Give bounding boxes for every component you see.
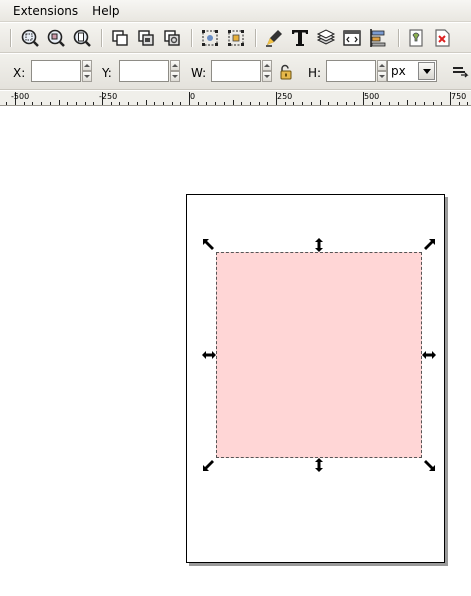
menu-bar: Extensions Help [0, 0, 471, 22]
group-button[interactable] [199, 27, 221, 49]
fill-stroke-button[interactable] [263, 27, 285, 49]
ruler-label: -250 [99, 92, 118, 101]
toolbar-separator [191, 29, 193, 47]
ruler-label: 250 [277, 92, 293, 101]
horizontal-ruler[interactable]: -500 -250 0 250 500 750 [0, 91, 471, 106]
width-input[interactable] [212, 61, 260, 81]
ungroup-icon [228, 30, 244, 46]
align-distribute-button[interactable] [367, 27, 389, 49]
ruler-ticks [6, 92, 468, 105]
y-input[interactable] [120, 61, 168, 81]
diagonal-arrow-nw-icon [203, 239, 214, 250]
h-label: H: [308, 66, 322, 80]
unlink-clone-button[interactable] [161, 27, 183, 49]
y-label: Y: [102, 66, 112, 80]
layers-icon [316, 29, 336, 45]
text-font-icon [292, 30, 308, 46]
toolbar-separator [398, 29, 400, 47]
y-field[interactable] [119, 60, 169, 82]
unlink-clone-icon [164, 30, 180, 46]
duplicate-icon [112, 30, 128, 46]
menu-extensions[interactable]: Extensions [6, 0, 85, 22]
preferences-button[interactable] [405, 27, 427, 49]
resize-handle-nw[interactable] [202, 238, 216, 252]
toolbar-separator [10, 29, 12, 47]
x-input[interactable] [32, 61, 80, 81]
diagonal-arrow-se-icon [424, 460, 435, 471]
zoom-selection-button[interactable] [19, 27, 41, 49]
resize-handle-ne[interactable] [422, 238, 436, 252]
resize-handle-sw[interactable] [202, 458, 216, 472]
x-label: X: [13, 66, 26, 80]
tool-controls-bar: X: Y: W: H: px [0, 54, 471, 90]
group-icon [202, 30, 218, 46]
transform-options-button[interactable] [451, 64, 469, 80]
horizontal-arrow-icon [422, 351, 436, 359]
height-input[interactable] [327, 61, 375, 81]
chevron-down-icon[interactable] [418, 62, 435, 80]
width-spinner[interactable] [262, 60, 272, 82]
x-spinner[interactable] [82, 60, 92, 82]
text-font-button[interactable] [289, 27, 311, 49]
zoom-drawing-icon [47, 29, 65, 47]
fill-stroke-icon [266, 30, 282, 47]
duplicate-button[interactable] [109, 27, 131, 49]
ungroup-button[interactable] [225, 27, 247, 49]
zoom-selection-icon [21, 29, 39, 47]
align-distribute-icon [370, 29, 386, 47]
resize-handle-s[interactable] [312, 458, 326, 472]
xml-editor-icon [343, 30, 361, 46]
drawing-canvas[interactable] [0, 106, 471, 596]
document-properties-button[interactable] [431, 27, 453, 49]
unit-select[interactable]: px [387, 60, 437, 82]
layers-button[interactable] [315, 27, 337, 49]
ruler-label: -500 [11, 92, 30, 101]
toolbar-separator [255, 29, 257, 47]
horizontal-arrow-icon [202, 351, 216, 359]
toolbar-separator [101, 29, 103, 47]
height-field[interactable] [326, 60, 376, 82]
vertical-arrow-icon [315, 238, 323, 252]
ruler-label: 500 [364, 92, 380, 101]
clone-button[interactable] [135, 27, 157, 49]
lock-ratio-toggle[interactable] [278, 64, 294, 80]
clone-icon [138, 30, 154, 46]
resize-handle-w[interactable] [202, 348, 216, 362]
commands-toolbar [0, 23, 471, 53]
height-spinner[interactable] [377, 60, 387, 82]
vertical-arrow-icon [315, 458, 323, 472]
resize-handle-n[interactable] [312, 238, 326, 252]
menu-help[interactable]: Help [85, 0, 126, 22]
lock-open-icon [280, 64, 292, 80]
selected-rectangle[interactable] [216, 252, 422, 458]
xml-editor-button[interactable] [341, 27, 363, 49]
y-spinner[interactable] [170, 60, 180, 82]
width-field[interactable] [211, 60, 261, 82]
transform-stroke-icon [453, 67, 469, 78]
w-label: W: [191, 66, 207, 80]
resize-handle-e[interactable] [422, 348, 436, 362]
document-properties-icon [435, 29, 450, 47]
unit-value: px [391, 64, 406, 78]
ruler-label: 0 [190, 92, 196, 101]
x-field[interactable] [31, 60, 81, 82]
zoom-page-icon [73, 29, 91, 47]
zoom-drawing-button[interactable] [45, 27, 67, 49]
zoom-page-button[interactable] [71, 27, 93, 49]
diagonal-arrow-sw-icon [203, 460, 214, 471]
diagonal-arrow-ne-icon [424, 239, 435, 250]
resize-handle-se[interactable] [422, 458, 436, 472]
ruler-label: 750 [451, 92, 467, 101]
preferences-icon [409, 29, 423, 47]
